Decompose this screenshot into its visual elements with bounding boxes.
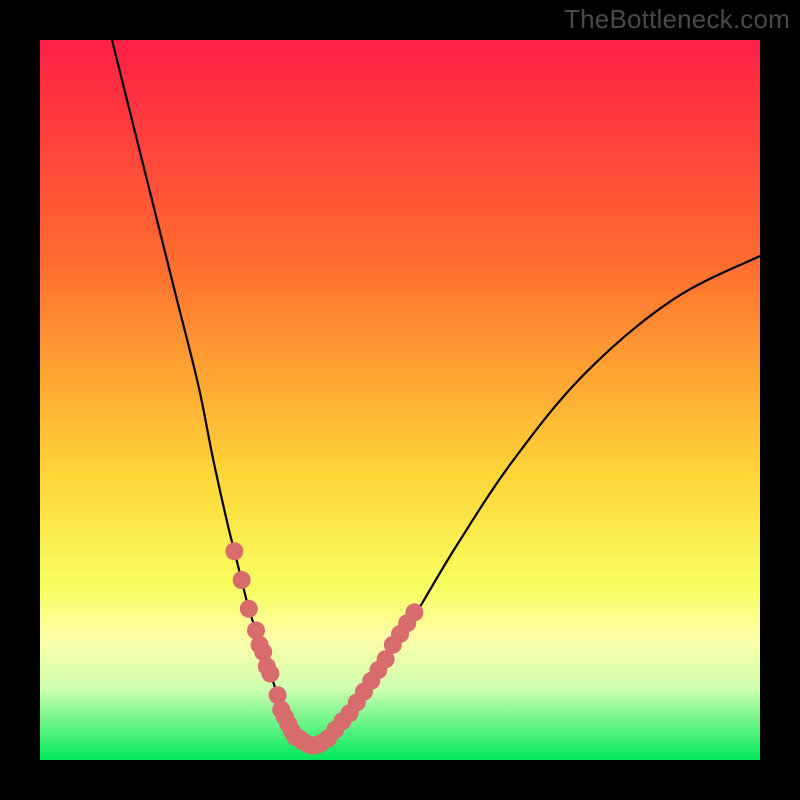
highlight-dot: [233, 571, 251, 589]
highlight-dot: [261, 665, 279, 683]
watermark-text: TheBottleneck.com: [564, 4, 790, 35]
highlight-dot: [225, 542, 243, 560]
chart-svg: [40, 40, 760, 760]
chart-frame: TheBottleneck.com: [0, 0, 800, 800]
chart-plot-area: [40, 40, 760, 760]
gradient-background: [40, 40, 760, 760]
highlight-dot: [405, 603, 423, 621]
highlight-dot: [240, 600, 258, 618]
